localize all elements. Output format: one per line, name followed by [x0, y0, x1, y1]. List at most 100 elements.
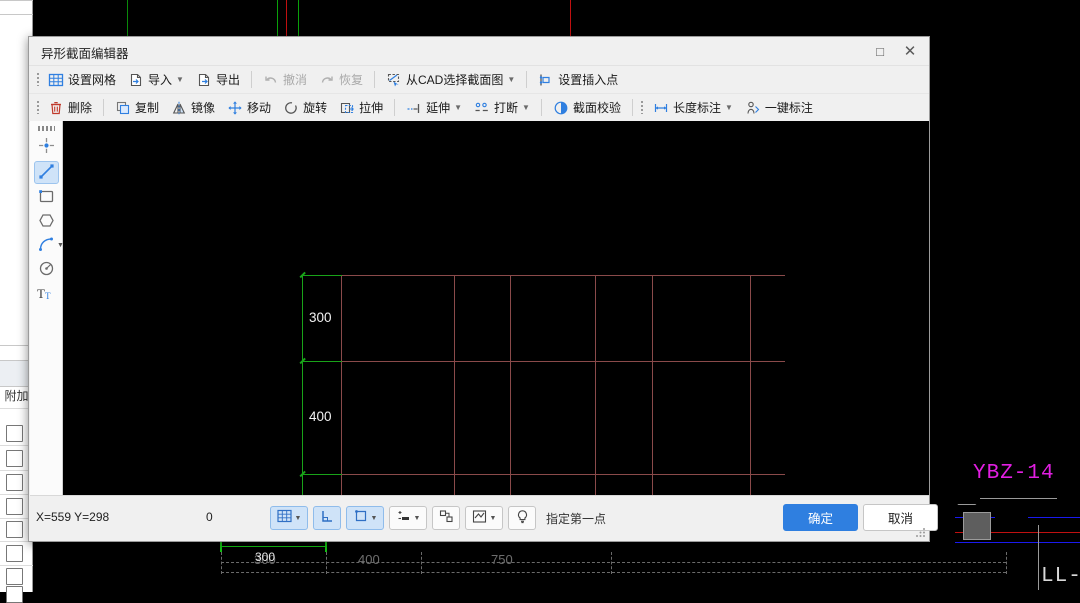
- line-icon: [38, 163, 55, 183]
- grid-icon: [276, 509, 292, 527]
- auto-dimension-button[interactable]: 一键标注: [739, 96, 819, 119]
- osnap-icon: [353, 509, 368, 527]
- copy-icon: [115, 100, 131, 116]
- set-grid-button[interactable]: 设置网格: [42, 68, 122, 91]
- cad-label-ll3[interactable]: LL-3: [1041, 565, 1080, 588]
- toolbar-separator: [103, 99, 105, 116]
- cancel-button[interactable]: 取消: [863, 504, 938, 531]
- ortho-icon: [320, 509, 335, 527]
- row-dimension-label: 400: [309, 409, 332, 424]
- chevron-down-icon[interactable]: ▼: [176, 75, 184, 84]
- checkbox-row[interactable]: [6, 568, 23, 585]
- set-grid-label: 设置网格: [68, 73, 117, 87]
- cad-dim-text: 750: [491, 552, 513, 567]
- toolbar-secondary: 删除 复制 镜像 移动 旋转 拉伸 延伸 ▼ 打断 ▼ 截面校验 长度标注 ▼ …: [29, 94, 929, 122]
- checkbox-row[interactable]: [6, 474, 23, 491]
- cad-leader-line: [980, 498, 1057, 499]
- point-tool-button[interactable]: [34, 135, 59, 158]
- dialog-titlebar[interactable]: 异形截面编辑器 □ ✕: [29, 37, 929, 66]
- rectangle-tool-button[interactable]: [34, 186, 59, 209]
- set-insert-point-button[interactable]: 设置插入点: [532, 68, 624, 91]
- chevron-down-icon[interactable]: ▼: [414, 515, 421, 522]
- ok-button[interactable]: 确定: [783, 504, 858, 531]
- irregular-section-editor-dialog[interactable]: 异形截面编辑器 □ ✕ 设置网格 导入 ▼ 导出 撤消 恢复 从CAD选择截面图…: [28, 36, 938, 542]
- auto-dimension-label: 一键标注: [764, 101, 813, 115]
- grid-line-horizontal: [341, 474, 785, 475]
- grid-toggle-button[interactable]: ▼: [270, 506, 308, 530]
- object-snap-toggle-button[interactable]: ▼: [346, 506, 384, 530]
- chevron-down-icon[interactable]: ▼: [522, 103, 530, 112]
- dimension-extension: [302, 474, 342, 475]
- checkbox-row[interactable]: [6, 545, 23, 562]
- chevron-down-icon[interactable]: ▼: [371, 515, 378, 522]
- redo-button[interactable]: 恢复: [313, 68, 369, 91]
- redo-icon: [319, 72, 335, 88]
- toolbar-separator: [250, 71, 252, 88]
- close-icon[interactable]: ✕: [895, 37, 925, 65]
- copy-button[interactable]: 复制: [109, 96, 165, 119]
- checkbox-row[interactable]: [6, 498, 23, 515]
- drawing-tool-palette[interactable]: ▼ TT: [30, 121, 64, 538]
- dimension-extension: [302, 361, 342, 362]
- chevron-down-icon[interactable]: ▼: [454, 103, 462, 112]
- import-icon: [128, 72, 144, 88]
- cad-selected-element[interactable]: [963, 512, 991, 540]
- stretch-label: 拉伸: [359, 101, 384, 115]
- checkbox-row[interactable]: [6, 521, 23, 538]
- checkbox-row[interactable]: [6, 450, 23, 467]
- circle-tool-button[interactable]: [34, 258, 59, 281]
- mirror-button[interactable]: 镜像: [165, 96, 221, 119]
- extend-label: 延伸: [426, 101, 451, 115]
- rotate-button[interactable]: 旋转: [277, 96, 333, 119]
- toolbar-grip-handle[interactable]: [638, 94, 647, 121]
- cad-dim-extension: [326, 552, 327, 574]
- section-check-button[interactable]: 截面校验: [547, 96, 627, 119]
- dimension-extension: [302, 275, 342, 276]
- editor-canvas-area[interactable]: ▼ TT 300 400: [30, 121, 929, 538]
- chevron-down-icon[interactable]: ▼: [295, 515, 302, 522]
- cad-dim-text: 400: [358, 552, 380, 567]
- chevron-down-icon[interactable]: ▼: [725, 103, 733, 112]
- toolbar-grip-handle[interactable]: [33, 94, 42, 121]
- grid-line-horizontal: [341, 361, 785, 362]
- section-check-icon: [553, 100, 569, 116]
- polar-icon: [439, 509, 454, 527]
- cursor-coordinates: X=559 Y=298: [36, 510, 110, 524]
- delete-button[interactable]: 删除: [42, 96, 98, 119]
- resize-grip[interactable]: [914, 526, 926, 538]
- toolbar-separator: [526, 71, 528, 88]
- palette-grip-handle[interactable]: [38, 126, 55, 131]
- angle-snap-toggle-button[interactable]: ▼: [465, 506, 503, 530]
- import-button[interactable]: 导入 ▼: [122, 68, 190, 91]
- polygon-tool-button[interactable]: [34, 210, 59, 233]
- checkbox-row[interactable]: [6, 586, 23, 603]
- break-button[interactable]: 打断 ▼: [468, 96, 536, 119]
- export-button[interactable]: 导出: [190, 68, 246, 91]
- checkbox-row[interactable]: [6, 425, 23, 442]
- cad-dim-highlight-line: [221, 546, 326, 547]
- snap-increment-toggle-button[interactable]: ▼: [389, 506, 427, 530]
- arc-tool-button[interactable]: [34, 234, 59, 257]
- extend-button[interactable]: 延伸 ▼: [400, 96, 468, 119]
- cad-label-ybz14[interactable]: YBZ-14: [973, 462, 1055, 485]
- polar-tracking-toggle-button[interactable]: [432, 506, 460, 530]
- section-drawing-area[interactable]: 300 400 300 400 200 300 200 350 x: [64, 121, 929, 538]
- toolbar-separator: [540, 99, 542, 116]
- chevron-down-icon[interactable]: ▼: [507, 75, 515, 84]
- select-from-cad-button[interactable]: 从CAD选择截面图 ▼: [380, 68, 521, 91]
- toolbar-grip-handle[interactable]: [33, 66, 42, 93]
- line-tool-button[interactable]: [34, 161, 59, 184]
- chevron-down-icon[interactable]: ▼: [490, 515, 497, 522]
- break-label: 打断: [494, 101, 519, 115]
- text-tool-button[interactable]: TT: [34, 283, 59, 306]
- undo-button[interactable]: 撤消: [257, 68, 313, 91]
- stretch-button[interactable]: 拉伸: [333, 96, 389, 119]
- ortho-toggle-button[interactable]: [313, 506, 341, 530]
- chevron-down-icon[interactable]: ▼: [57, 242, 64, 249]
- move-button[interactable]: 移动: [221, 96, 277, 119]
- maximize-icon[interactable]: □: [865, 37, 895, 65]
- cad-dim-extension: [221, 552, 222, 574]
- cad-line-blue: [1028, 517, 1080, 518]
- hint-toggle-button[interactable]: [508, 506, 536, 530]
- length-dimension-button[interactable]: 长度标注 ▼: [647, 96, 739, 119]
